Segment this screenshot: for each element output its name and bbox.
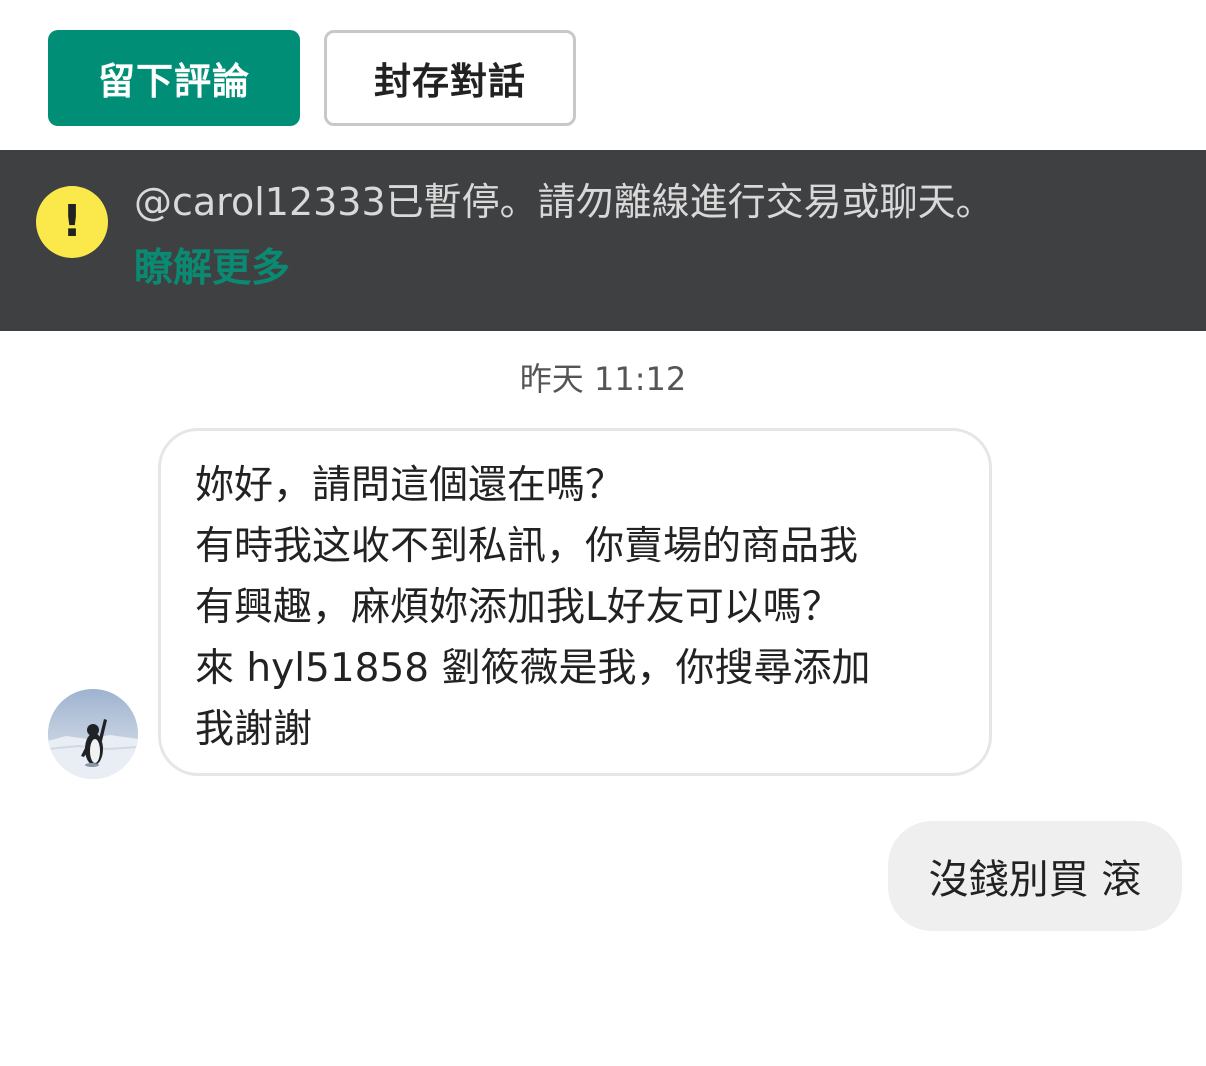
- penguin-avatar-icon: [48, 689, 138, 779]
- outgoing-message-bubble[interactable]: 沒錢別買 滾: [888, 821, 1182, 931]
- leave-review-button[interactable]: 留下評論: [48, 30, 300, 126]
- action-bar: 留下評論 封存對話: [0, 0, 1206, 150]
- archive-conversation-button[interactable]: 封存對話: [324, 30, 576, 126]
- penguin-avatar[interactable]: [48, 689, 138, 779]
- incoming-message-bubble[interactable]: 妳好，請問這個還在嗎？ 有時我这收不到私訊，你賣場的商品我 有興趣，麻煩妳添加我…: [158, 428, 992, 776]
- message-line: 我謝謝: [195, 707, 313, 752]
- learn-more-link[interactable]: 瞭解更多: [134, 244, 290, 294]
- message-line: 有興趣，麻煩妳添加我L好友可以嗎？: [195, 585, 841, 630]
- suspended-user-banner: ! @carol12333已暫停。請勿離線進行交易或聊天。 瞭解更多: [0, 150, 1206, 331]
- banner-message: @carol12333已暫停。請勿離線進行交易或聊天。: [134, 180, 994, 224]
- message-line: 有時我这收不到私訊，你賣場的商品我: [195, 524, 859, 569]
- message-line: 妳好，請問這個還在嗎？: [195, 463, 625, 508]
- message-line: 來 hyl51858 劉筱薇是我，你搜尋添加: [195, 646, 871, 691]
- message-timestamp: 昨天 11:12: [519, 360, 687, 398]
- exclamation-icon: !: [36, 186, 108, 258]
- chat-thread: 昨天 11:12 妳好，請問這個還在嗎？ 有時我这收不到私訊，你賣場的商品我 有…: [0, 331, 1206, 1066]
